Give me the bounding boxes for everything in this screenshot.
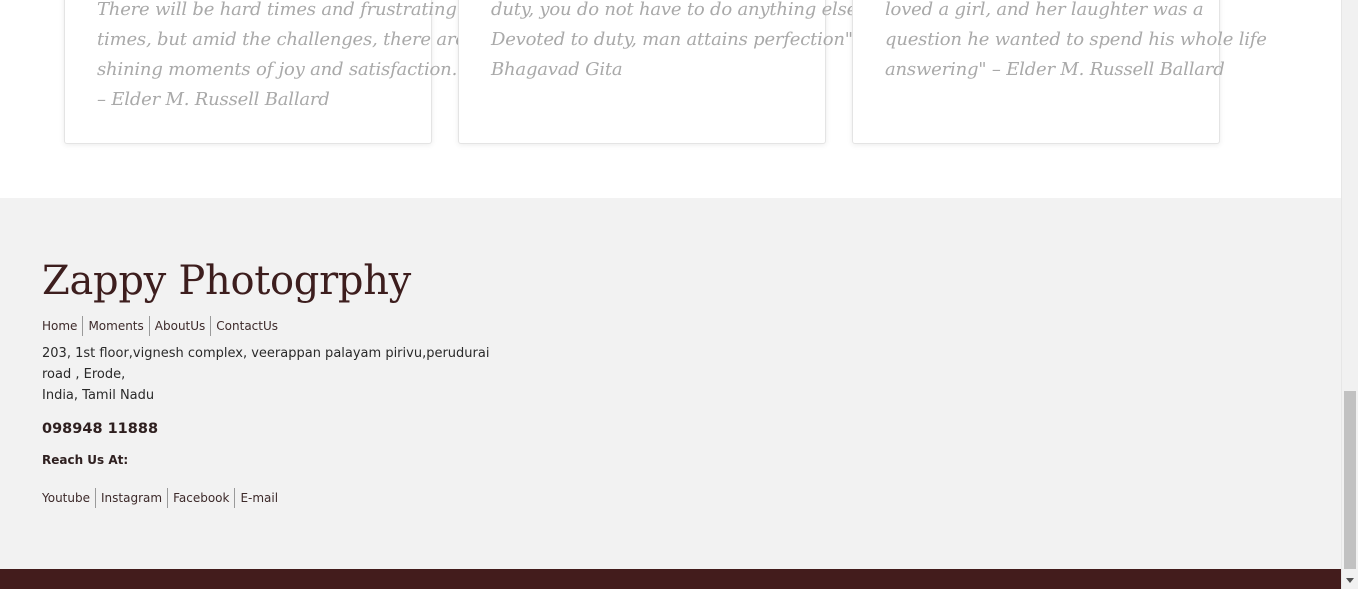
reach-us-label: Reach Us At: bbox=[42, 453, 129, 467]
scroll-down-button[interactable] bbox=[1342, 572, 1358, 589]
nav-divider bbox=[82, 316, 84, 336]
social-link-youtube[interactable]: Youtube bbox=[42, 491, 90, 505]
social-links: Youtube Instagram Facebook E-mail bbox=[42, 488, 278, 508]
page: There will be hard times and frustrating… bbox=[0, 0, 1341, 589]
quote-line: duty, you do not have to do anything els… bbox=[491, 0, 863, 20]
social-divider bbox=[95, 488, 96, 508]
quote-text: loved a girl, and her laughter was a que… bbox=[885, 0, 1267, 85]
quote-line: There will be hard times and frustrating bbox=[97, 0, 457, 20]
address-line: India, Tamil Nadu bbox=[42, 388, 155, 403]
nav-link-home[interactable]: Home bbox=[42, 319, 77, 333]
arrow-down-icon bbox=[1346, 578, 1354, 583]
quote-card: loved a girl, and her laughter was a que… bbox=[852, 0, 1267, 144]
nav-divider bbox=[210, 316, 212, 336]
scrollbar-thumb[interactable] bbox=[1344, 391, 1356, 569]
social-link-instagram[interactable]: Instagram bbox=[101, 491, 162, 505]
quote-line: answering" – Elder M. Russell Ballard bbox=[885, 59, 1225, 80]
nav-divider bbox=[148, 316, 150, 336]
address-line: 203, 1st floor,vignesh complex, veerappa… bbox=[42, 346, 490, 382]
quote-line: shining moments of joy and satisfaction.… bbox=[97, 59, 467, 80]
quote-line: – Elder M. Russell Ballard bbox=[97, 89, 330, 110]
social-divider bbox=[234, 488, 236, 508]
quote-line: Bhagavad Gita bbox=[491, 59, 623, 80]
nav-link-moments[interactable]: Moments bbox=[88, 319, 143, 333]
quote-line: question he wanted to spend his whole li… bbox=[885, 29, 1267, 50]
vertical-scrollbar[interactable] bbox=[1341, 0, 1358, 589]
phone-number: 098948 11888 bbox=[42, 421, 159, 437]
bottom-bar bbox=[0, 569, 1341, 589]
quote-line: loved a girl, and her laughter was a bbox=[885, 0, 1204, 20]
quote-line: times, but amid the challenges, there ar… bbox=[97, 29, 466, 50]
address: 203, 1st floor,vignesh complex, veerappa… bbox=[42, 343, 522, 406]
quote-text: duty, you do not have to do anything els… bbox=[491, 0, 865, 85]
footer: Zappy Photogrphy Home Moments AboutUs Co… bbox=[0, 198, 1341, 569]
social-link-facebook[interactable]: Facebook bbox=[173, 491, 229, 505]
nav-link-contactus[interactable]: ContactUs bbox=[216, 319, 278, 333]
social-link-email[interactable]: E-mail bbox=[240, 491, 278, 505]
nav-link-aboutus[interactable]: AboutUs bbox=[155, 319, 206, 333]
quote-card: duty, you do not have to do anything els… bbox=[458, 0, 865, 144]
quote-text: There will be hard times and frustrating… bbox=[97, 0, 467, 115]
social-divider bbox=[167, 488, 169, 508]
footer-nav: Home Moments AboutUs ContactUs bbox=[42, 316, 278, 336]
quote-line: Devoted to duty, man attains perfection"… bbox=[491, 29, 865, 50]
quotes-section: There will be hard times and frustrating… bbox=[0, 0, 1341, 198]
brand-title: Zappy Photogrphy bbox=[42, 258, 411, 304]
quote-card: There will be hard times and frustrating… bbox=[64, 0, 467, 144]
